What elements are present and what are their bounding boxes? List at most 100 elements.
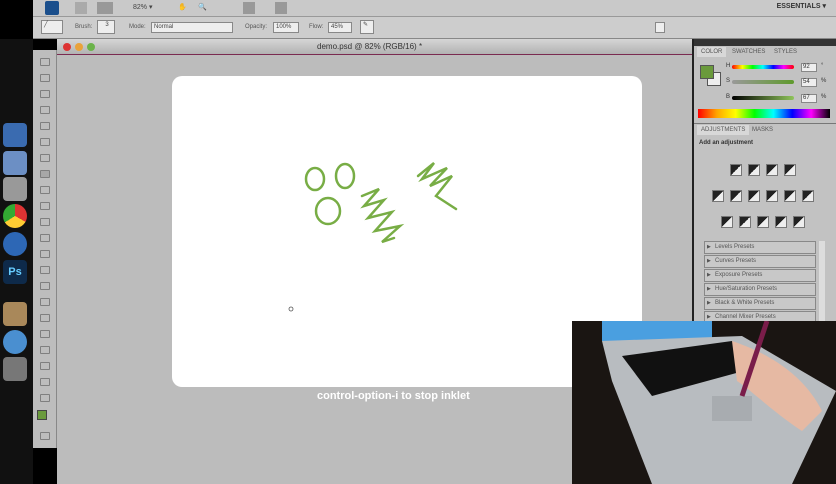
hue-value[interactable]: 92 bbox=[801, 63, 817, 72]
trash-icon[interactable] bbox=[3, 357, 27, 381]
opacity-field[interactable]: 100% bbox=[273, 22, 299, 33]
posterize-icon[interactable] bbox=[739, 216, 751, 228]
history-brush-tool-icon[interactable] bbox=[40, 202, 50, 210]
quick-mask-icon[interactable] bbox=[40, 432, 50, 440]
preset-exposure[interactable]: Exposure Presets bbox=[704, 269, 816, 282]
folder-icon[interactable] bbox=[3, 302, 27, 326]
tab-swatches[interactable]: SWATCHES bbox=[728, 47, 769, 57]
move-tool-icon[interactable] bbox=[40, 58, 50, 66]
clone-stamp-tool-icon[interactable] bbox=[40, 186, 50, 194]
lasso-tool-icon[interactable] bbox=[40, 90, 50, 98]
blur-tool-icon[interactable] bbox=[40, 250, 50, 258]
preset-levels[interactable]: Levels Presets bbox=[704, 241, 816, 254]
brush-size: 3 bbox=[105, 22, 109, 28]
hand-tool-icon[interactable]: ✋ bbox=[178, 2, 187, 14]
gradient-tool-icon[interactable] bbox=[40, 234, 50, 242]
preview-icon[interactable] bbox=[3, 151, 27, 175]
saturation-slider[interactable] bbox=[732, 80, 794, 84]
photoshop-dock-icon[interactable]: Ps bbox=[3, 260, 27, 284]
zoom-tool-panel-icon[interactable] bbox=[40, 394, 50, 402]
exposure-icon[interactable] bbox=[784, 164, 796, 176]
tab-masks[interactable]: MASKS bbox=[748, 125, 777, 135]
color-ramp[interactable] bbox=[698, 109, 830, 118]
dock: Ps bbox=[0, 39, 33, 484]
shape-tool-icon[interactable] bbox=[40, 330, 50, 338]
screen-mode-icon[interactable] bbox=[275, 2, 287, 14]
crop-tool-icon[interactable] bbox=[40, 122, 50, 130]
zoom-level-dropdown[interactable]: 82% ▾ bbox=[133, 2, 152, 14]
selective-color-icon[interactable] bbox=[793, 216, 805, 228]
panel-dock-header bbox=[694, 39, 836, 46]
tab-adjustments[interactable]: ADJUSTMENTS bbox=[697, 125, 750, 135]
brightness-slider[interactable] bbox=[732, 96, 794, 100]
brush-tool-icon[interactable] bbox=[40, 170, 50, 178]
chrome-icon[interactable] bbox=[3, 204, 27, 228]
invert-icon[interactable] bbox=[721, 216, 733, 228]
3d-rotate-tool-icon[interactable] bbox=[40, 346, 50, 354]
preset-black-white[interactable]: Black & White Presets bbox=[704, 297, 816, 310]
brightness-label: B bbox=[726, 94, 731, 100]
flow-field[interactable]: 45% bbox=[328, 22, 352, 33]
eyedropper-tool-icon[interactable] bbox=[40, 138, 50, 146]
view-extras-icon[interactable] bbox=[97, 2, 113, 14]
mode-value: Normal bbox=[154, 24, 174, 30]
eraser-tool-icon[interactable] bbox=[40, 218, 50, 226]
brightness-value[interactable]: 67 bbox=[801, 94, 817, 103]
3d-camera-tool-icon[interactable] bbox=[40, 362, 50, 370]
saturation-value[interactable]: 54 bbox=[801, 78, 817, 87]
path-selection-tool-icon[interactable] bbox=[40, 314, 50, 322]
preset-hue-saturation[interactable]: Hue/Saturation Presets bbox=[704, 283, 816, 296]
preset-curves[interactable]: Curves Presets bbox=[704, 255, 816, 268]
tab-color[interactable]: COLOR bbox=[697, 47, 727, 57]
percent-symbol: % bbox=[821, 94, 827, 100]
type-tool-icon[interactable] bbox=[40, 298, 50, 306]
dodge-tool-icon[interactable] bbox=[40, 266, 50, 274]
application-bar: 82% ▾ ✋ 🔍 ESSENTIALS ▾ bbox=[33, 0, 836, 17]
safari-icon[interactable] bbox=[3, 232, 27, 256]
foreground-color-box[interactable] bbox=[700, 65, 714, 79]
vibrance-icon[interactable] bbox=[712, 190, 724, 202]
channel-mixer-icon[interactable] bbox=[802, 190, 814, 202]
color-balance-icon[interactable] bbox=[748, 190, 760, 202]
brush-picker[interactable]: 3 bbox=[97, 20, 115, 34]
arrange-documents-icon[interactable] bbox=[243, 2, 255, 14]
marquee-tool-icon[interactable] bbox=[40, 74, 50, 82]
bridge-icon[interactable] bbox=[75, 2, 87, 14]
healing-tool-icon[interactable] bbox=[40, 154, 50, 162]
opacity-label: Opacity: bbox=[245, 24, 268, 30]
curves-icon[interactable] bbox=[766, 164, 778, 176]
presets-scrollbar[interactable] bbox=[819, 241, 825, 325]
degree-symbol: ° bbox=[821, 63, 824, 69]
hue-label: H bbox=[726, 63, 731, 69]
threshold-icon[interactable] bbox=[757, 216, 769, 228]
options-bar: ╱ Brush: 3 Mode: Normal Opacity: 100% Fl… bbox=[33, 17, 836, 39]
foreground-color-swatch[interactable] bbox=[37, 410, 47, 420]
system-preferences-icon[interactable] bbox=[3, 177, 27, 201]
brush-cursor bbox=[288, 306, 294, 312]
levels-icon[interactable] bbox=[748, 164, 760, 176]
panel-toggle-icon[interactable] bbox=[655, 22, 665, 33]
quick-selection-tool-icon[interactable] bbox=[40, 106, 50, 114]
tool-preset-picker[interactable]: ╱ bbox=[41, 20, 63, 34]
minimize-button[interactable] bbox=[75, 43, 83, 51]
hue-saturation-icon[interactable] bbox=[730, 190, 742, 202]
hand-tool-panel-icon[interactable] bbox=[40, 378, 50, 386]
mode-label: Mode: bbox=[129, 24, 146, 30]
airbrush-icon[interactable]: ✎ bbox=[360, 20, 374, 34]
hue-slider[interactable] bbox=[732, 65, 794, 69]
zoom-button[interactable] bbox=[87, 43, 95, 51]
workspace-switcher[interactable]: ESSENTIALS ▾ bbox=[777, 2, 826, 10]
tab-styles[interactable]: STYLES bbox=[770, 47, 801, 57]
photo-filter-icon[interactable] bbox=[784, 190, 796, 202]
finder-icon[interactable] bbox=[3, 123, 27, 147]
gradient-map-icon[interactable] bbox=[775, 216, 787, 228]
brightness-contrast-icon[interactable] bbox=[730, 164, 742, 176]
zoom-tool-icon[interactable]: 🔍 bbox=[198, 2, 207, 14]
pen-tool-icon[interactable] bbox=[40, 282, 50, 290]
black-white-icon[interactable] bbox=[766, 190, 778, 202]
divider bbox=[694, 123, 836, 124]
mode-select[interactable]: Normal bbox=[151, 22, 233, 33]
ie-icon[interactable] bbox=[3, 330, 27, 354]
opacity-value: 100% bbox=[276, 24, 292, 30]
close-button[interactable] bbox=[63, 43, 71, 51]
